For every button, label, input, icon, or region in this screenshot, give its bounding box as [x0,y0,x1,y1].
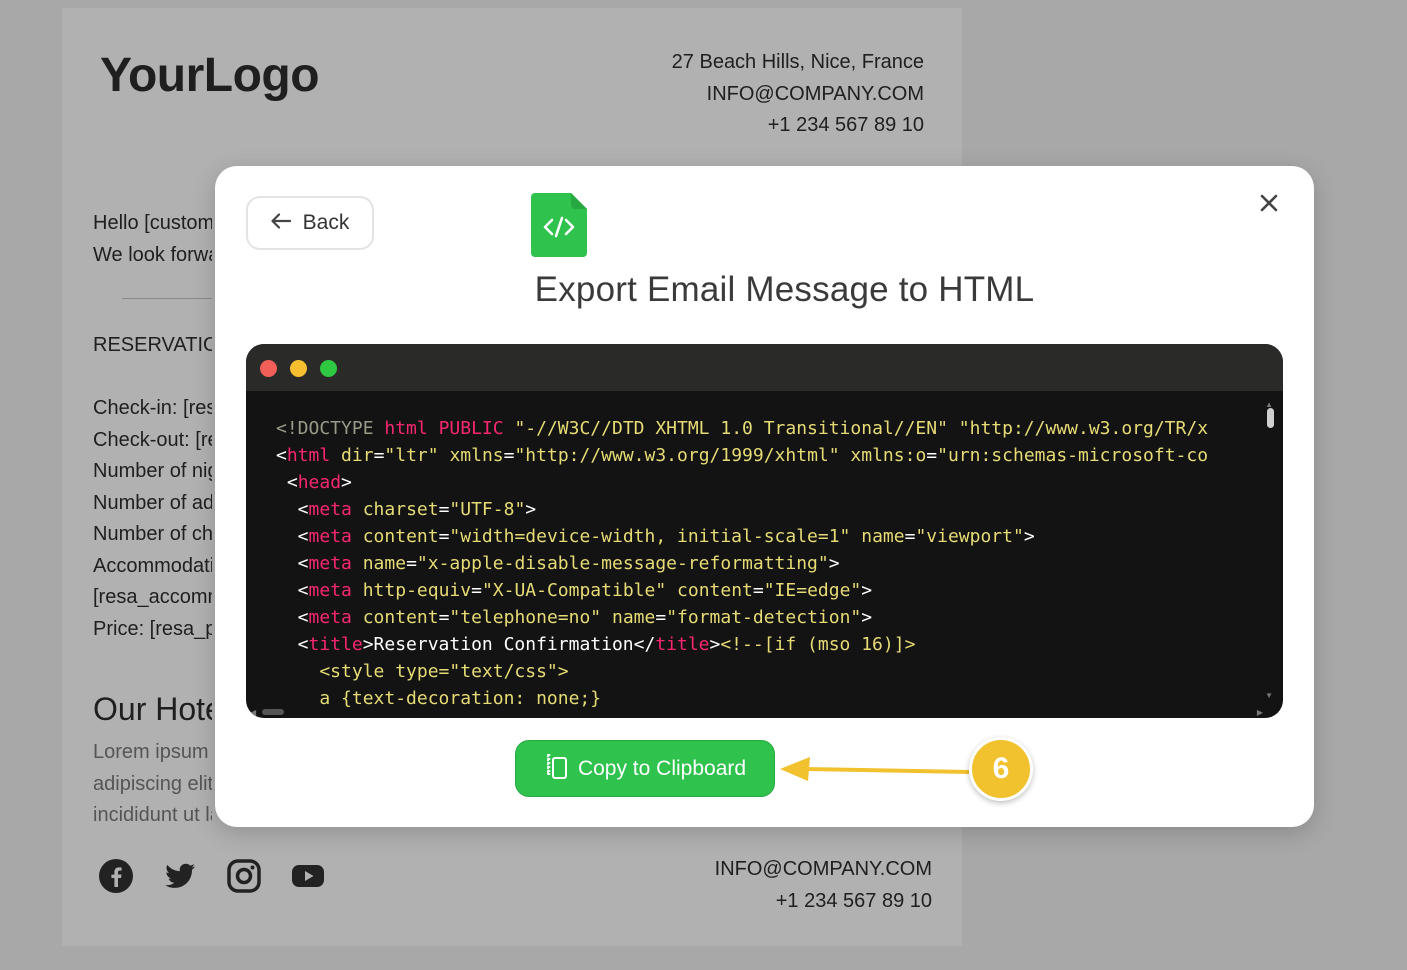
horizontal-scrollbar[interactable] [262,709,284,715]
back-label: Back [302,211,350,234]
greeting-line: Hello [customer_name], [93,212,212,234]
hotel-text-line: Lorem ipsum dolor sit amet, consectetur [93,741,212,763]
window-close-dot [260,360,277,377]
copy-to-clipboard-button[interactable]: Copy to Clipboard [515,740,775,797]
hotel-text-line: adipiscing elit, sed do eiusmod tempor [93,772,212,795]
back-button[interactable]: Back [246,196,374,250]
scroll-right-icon[interactable]: ▶ [1257,708,1263,717]
reservation-line: Number of adults: [resa_adults] [93,491,212,514]
greeting: Hello [customer_name], We look forward t… [93,208,212,271]
footer-phone: +1 234 567 89 10 [775,889,932,912]
header-phone: +1 234 567 89 10 [767,114,924,136]
header-contact: 27 Beach Hills, Nice, France INFO@COMPAN… [672,47,924,142]
email-body-visible: Hello [customer_name], We look forward t… [62,8,212,946]
youtube-icon[interactable] [290,858,326,894]
code-line: <meta charset="UTF-8"> [276,499,537,520]
header-address: 27 Beach Hills, Nice, France [671,51,924,73]
code-line: <meta content="width=device-width, initi… [276,526,1035,547]
reservation-details: Check-in: [resa_check_in] Check-out: [re… [93,393,212,645]
reservation-line: Price: [resa_price] [93,617,212,640]
social-links [98,858,326,894]
code-line: <meta content="telephone=no" name="forma… [276,607,873,628]
instagram-icon[interactable] [226,858,262,894]
code-line: a {text-decoration: none;} [276,688,602,709]
twitter-icon[interactable] [162,858,198,894]
reservation-line: Accommodation: [93,554,212,577]
footer-email: INFO@COMPANY.COM [714,858,932,880]
reservation-title: RESERVATION DETAILS [93,334,212,356]
code-line: <html dir="ltr" xmlns="http://www.w3.org… [276,445,1209,466]
vertical-scrollbar[interactable] [1267,408,1274,428]
close-icon[interactable] [1254,188,1284,218]
code-preview[interactable]: <!DOCTYPE html PUBLIC "-//W3C//DTD XHTML… [246,344,1283,718]
reservation-line: Check-out: [resa_check_out] [93,428,212,451]
copy-label: Copy to Clipboard [577,756,747,780]
code-line: <!DOCTYPE html PUBLIC "-//W3C//DTD XHTML… [276,418,1209,439]
code-line: <meta http-equiv="X-UA-Compatible" conte… [276,580,873,601]
divider [122,298,212,299]
hotel-text-line: incididunt ut labore et dolore magna [93,804,212,826]
reservation-line: [resa_accommodation] [93,586,212,608]
reservation-line: Check-in: [resa_check_in] [93,397,212,419]
code-file-icon [531,193,587,257]
reservation-line: Number of nights: [resa_nights] [93,460,212,482]
export-html-modal: Back Export Email Message to HTML <!DOCT… [215,166,1314,827]
window-minimize-dot [290,360,307,377]
code-line: <head> [276,472,352,493]
window-maximize-dot [320,360,337,377]
modal-title: Export Email Message to HTML [534,270,1035,309]
arrow-left-icon [271,211,291,235]
code-window-titlebar [246,344,1283,391]
header-email: INFO@COMPANY.COM [706,82,924,105]
step-badge: 6 [969,737,1033,801]
scroll-down-icon[interactable]: ▼ [1265,691,1273,700]
footer-contact: INFO@COMPANY.COM +1 234 567 89 10 [715,854,932,917]
html-code[interactable]: <!DOCTYPE html PUBLIC "-//W3C//DTD XHTML… [276,415,1269,718]
greeting-line: We look forward to welcoming you [93,243,212,266]
facebook-icon[interactable] [98,858,134,894]
hotel-title: Our Hotel [93,691,212,727]
reservation-line: Number of children: [resa_children] [93,523,212,545]
code-line: <style type="text/css"> [276,661,569,682]
scroll-left-icon[interactable]: ◀ [250,708,256,717]
code-line: <title>Reservation Confirmation</title><… [276,634,916,655]
hotel-description: Lorem ipsum dolor sit amet, consectetur … [93,737,212,832]
clipboard-icon [544,752,568,786]
code-line: <meta name="x-apple-disable-message-refo… [276,553,840,574]
